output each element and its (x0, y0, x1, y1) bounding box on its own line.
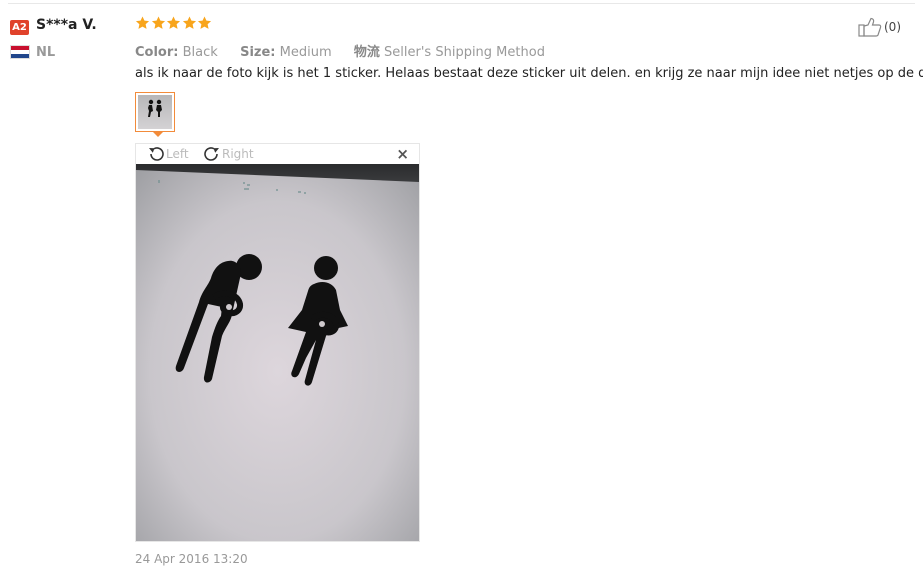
thumbnail-pointer (152, 131, 164, 137)
toilet-sticker-photo (136, 164, 419, 541)
order-attributes: Color: Black Size: Medium 物流 Seller's Sh… (135, 41, 545, 60)
shipping-value: Seller's Shipping Method (384, 45, 545, 60)
thumbs-up-icon (858, 17, 882, 37)
review-photo (136, 164, 419, 541)
color-value: Black (182, 45, 218, 60)
star-icon (166, 15, 181, 31)
reviewer-name: S***a V. (36, 17, 97, 33)
sticker-thumbnail-icon (148, 99, 162, 117)
rotate-right-button[interactable]: Right (202, 144, 254, 164)
helpful-button[interactable]: (0) (858, 17, 901, 37)
review-text: als ik naar de foto kijk is het 1 sticke… (135, 66, 923, 81)
size-value: Medium (279, 45, 332, 60)
size-label: Size: (240, 45, 276, 60)
rotate-left-label: Left (166, 147, 189, 161)
netherlands-flag-icon (10, 45, 30, 59)
rotate-right-label: Right (222, 147, 254, 161)
reviewer-country: NL (36, 45, 56, 60)
rotate-left-button[interactable]: Left (146, 144, 189, 164)
user-level-badge: A2 (10, 20, 29, 35)
color-label: Color: (135, 45, 179, 60)
shipping-label: 物流 (353, 45, 380, 60)
review-timestamp: 24 Apr 2016 13:20 (135, 552, 248, 566)
rotate-left-icon (149, 147, 164, 161)
review-image-thumbnail[interactable] (135, 92, 175, 132)
image-viewer: Left Right × (135, 143, 420, 542)
star-icon (197, 15, 212, 31)
star-rating (135, 15, 213, 35)
close-viewer-button[interactable]: × (396, 145, 409, 163)
star-icon (135, 15, 150, 31)
star-icon (182, 15, 197, 31)
divider (8, 3, 915, 4)
image-viewer-toolbar: Left Right × (136, 144, 419, 164)
helpful-count: (0) (884, 20, 901, 34)
star-icon (151, 15, 166, 31)
rotate-right-icon (204, 147, 219, 161)
